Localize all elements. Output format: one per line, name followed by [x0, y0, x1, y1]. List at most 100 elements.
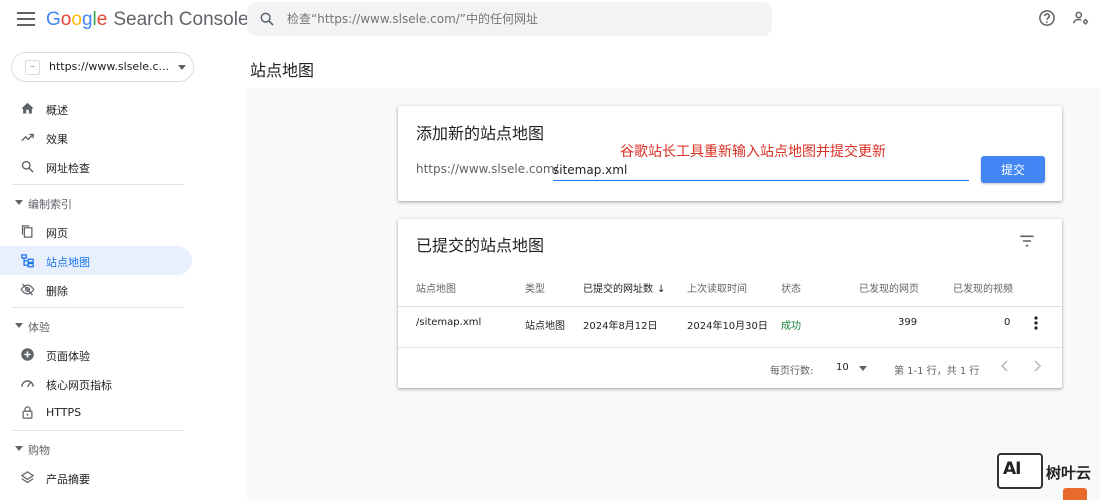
- cell-type: 站点地图: [525, 321, 565, 332]
- more-vert-icon[interactable]: [1034, 316, 1038, 330]
- sidebar-item-performance[interactable]: 效果: [0, 123, 192, 152]
- product-name: Search Console: [113, 9, 249, 30]
- watermark-name: 树叶云: [1046, 464, 1092, 482]
- sidebar-item-https[interactable]: HTTPS: [0, 398, 192, 427]
- pagination-range: 第 1-1 行，共 1 行: [894, 366, 980, 377]
- column-header-discovered-videos[interactable]: 已发现的视频: [953, 280, 1013, 295]
- logo-letter: o: [60, 9, 72, 30]
- divider: [12, 184, 184, 185]
- sidebar-item-label: 产品摘要: [46, 473, 90, 486]
- lock-icon: [22, 406, 33, 419]
- search-icon: [21, 160, 34, 173]
- sidebar-section-experience[interactable]: 体验: [0, 311, 200, 340]
- column-header-sitemap[interactable]: 站点地图: [416, 280, 456, 295]
- logo-letter: e: [96, 9, 108, 30]
- column-header-last-read[interactable]: 上次读取时间: [687, 280, 747, 295]
- sidebar-item-product-snippets[interactable]: 产品摘要: [0, 463, 192, 492]
- sidebar-item-core-web-vitals[interactable]: 核心网页指标: [0, 369, 192, 398]
- section-label: 体验: [28, 321, 50, 334]
- sidebar-item-label: HTTPS: [46, 406, 82, 419]
- logo-letter: g: [81, 9, 93, 30]
- sidebar-item-overview[interactable]: 概述: [0, 94, 192, 123]
- watermark-logo-text: AI: [1003, 459, 1022, 479]
- sidebar-item-label: 核心网页指标: [46, 379, 112, 392]
- sidebar-item-label: 站点地图: [46, 256, 90, 269]
- chevron-left-icon[interactable]: [1000, 359, 1010, 373]
- section-label: 编制索引: [28, 198, 72, 211]
- pages-icon: [21, 225, 33, 238]
- column-header-type[interactable]: 类型: [525, 280, 545, 295]
- layers-icon: [20, 471, 35, 484]
- sidebar-item-label: 概述: [46, 104, 68, 117]
- add-sitemap-card: 添加新的站点地图 谷歌站长工具重新输入站点地图并提交更新 https://www…: [398, 106, 1062, 201]
- section-label: 购物: [28, 444, 50, 457]
- row-divider: [398, 306, 1062, 307]
- cell-last-read: 2024年10月30日: [687, 321, 768, 332]
- sidebar-item-pages[interactable]: 网页: [0, 217, 192, 246]
- search-console-logo[interactable]: Google Search Console: [46, 9, 249, 31]
- search-input[interactable]: [287, 2, 757, 36]
- sort-arrow-icon: ↓: [657, 284, 666, 295]
- submitted-sitemaps-card: 已提交的站点地图 站点地图 类型 已提交的网址数 ↓ 上次读取时间 状态 已发现的…: [398, 219, 1062, 388]
- column-header-discovered-pages[interactable]: 已发现的网页: [859, 280, 919, 295]
- sidebar-item-label: 页面体验: [46, 350, 90, 363]
- divider: [12, 307, 184, 308]
- card-title: 添加新的站点地图: [416, 124, 545, 143]
- menu-icon[interactable]: [17, 12, 35, 26]
- cell-status: 成功: [781, 321, 801, 332]
- watermark-logo: AI: [997, 453, 1043, 489]
- row-divider: [398, 347, 1062, 348]
- sidebar-item-label: 删除: [46, 285, 68, 298]
- help-icon[interactable]: [1038, 9, 1056, 27]
- page-title: 站点地图: [250, 61, 315, 80]
- property-selector[interactable]: ~ https://www.slsele.c...: [11, 52, 194, 82]
- chevron-right-icon[interactable]: [1032, 359, 1042, 373]
- manage-account-icon[interactable]: [1072, 9, 1090, 27]
- column-header-status[interactable]: 状态: [781, 280, 801, 295]
- rows-per-page-label: 每页行数:: [770, 366, 814, 377]
- submit-button[interactable]: 提交: [981, 156, 1045, 183]
- page-experience-icon: [21, 348, 34, 361]
- cell-discovered-pages: 399: [898, 317, 918, 328]
- home-icon: [21, 102, 34, 114]
- collapse-arrow-icon: [15, 323, 23, 328]
- top-bar: Google Search Console: [0, 0, 1100, 40]
- annotation-text: 谷歌站长工具重新输入站点地图并提交更新: [620, 144, 886, 160]
- sidebar-section-shopping[interactable]: 购物: [0, 434, 200, 463]
- collapse-arrow-icon: [15, 200, 23, 205]
- card-title: 已提交的站点地图: [416, 236, 545, 255]
- speed-icon: [21, 380, 34, 388]
- sidebar-item-removals[interactable]: 删除: [0, 275, 192, 304]
- cell-submitted: 2024年8月12日: [583, 321, 658, 332]
- divider: [12, 430, 184, 431]
- chevron-down-icon[interactable]: [859, 366, 867, 371]
- cell-sitemap: /sitemap.xml: [416, 317, 482, 328]
- logo-letter: G: [46, 9, 61, 30]
- sidebar-item-sitemaps[interactable]: 站点地图: [0, 246, 192, 275]
- sidebar-section-index[interactable]: 编制索引: [0, 188, 200, 217]
- sidebar-item-page-experience[interactable]: 页面体验: [0, 340, 192, 369]
- sitemap-icon: [21, 254, 34, 268]
- sidebar-item-url-inspection[interactable]: 网址检查: [0, 152, 192, 181]
- url-prefix: https://www.slsele.com/: [416, 162, 559, 176]
- collapse-arrow-icon: [15, 446, 23, 451]
- search-icon: [260, 12, 274, 26]
- url-inspection-search[interactable]: [247, 2, 772, 36]
- removal-icon: [20, 283, 35, 296]
- sidebar-item-label: 效果: [46, 133, 68, 146]
- sitemap-url-input[interactable]: [553, 159, 969, 181]
- logo-letter: o: [71, 9, 82, 30]
- filter-icon[interactable]: [1019, 234, 1035, 248]
- trending-up-icon: [21, 133, 34, 142]
- column-header-submitted[interactable]: 已提交的网址数 ↓: [583, 280, 665, 295]
- sidebar-nav: 概述 效果 网址检查 编制索引 网页 站点地图 删除 体验 页面体验 核心网页指…: [0, 94, 200, 492]
- watermark-badge: [1063, 488, 1087, 500]
- column-header-label: 已提交的网址数: [583, 284, 653, 295]
- cell-discovered-videos: 0: [1004, 317, 1011, 328]
- sidebar-item-label: 网址检查: [46, 162, 90, 175]
- property-url: https://www.slsele.c...: [49, 60, 170, 73]
- site-favicon: ~: [25, 60, 40, 75]
- chevron-down-icon: [178, 65, 186, 70]
- sidebar-item-label: 网页: [46, 227, 68, 240]
- rows-per-page-select[interactable]: 10: [836, 362, 849, 373]
